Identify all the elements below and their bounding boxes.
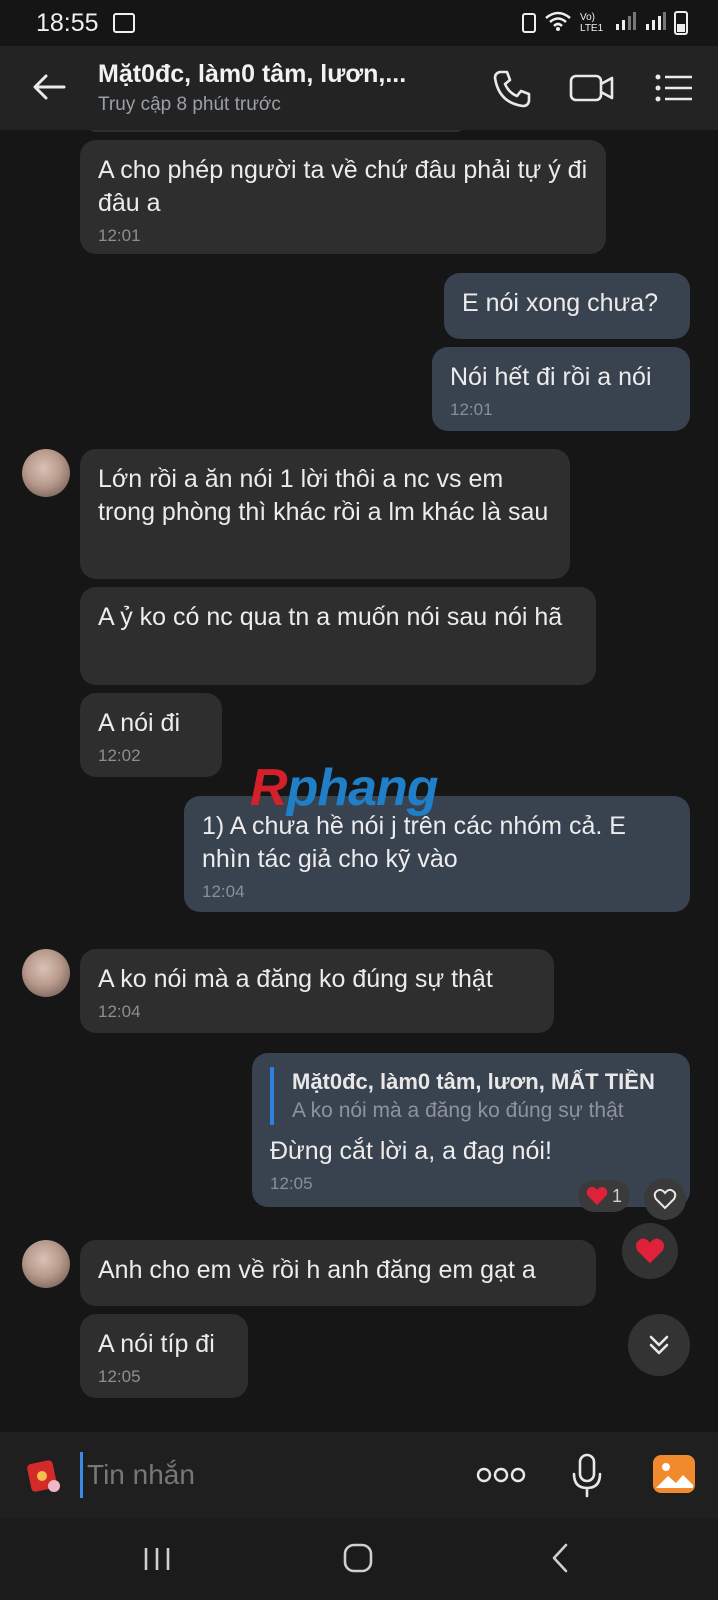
image-gallery-icon bbox=[653, 1455, 695, 1493]
chevron-left-icon bbox=[552, 1543, 568, 1573]
red-envelope-sticker-icon bbox=[27, 1460, 60, 1492]
signal-icon-2 bbox=[644, 10, 666, 37]
last-seen-status: Truy cập 8 phút trước bbox=[98, 94, 281, 115]
message-text: Đừng cắt lời a, a đag nói! bbox=[270, 1137, 552, 1165]
contact-avatar[interactable] bbox=[22, 449, 70, 497]
recent-apps-icon bbox=[144, 1548, 170, 1570]
message-text: Anh cho em về rồi h anh đăng em gạt a bbox=[98, 1256, 536, 1284]
contact-avatar[interactable] bbox=[22, 949, 70, 997]
heart-icon bbox=[586, 1186, 608, 1205]
message-text: A ko nói mà a đăng ko đúng sự thật bbox=[98, 965, 493, 993]
voice-message-button[interactable] bbox=[570, 1452, 604, 1498]
message-bubble[interactable]: Anh cho em về rồi h anh đăng em gạt a bbox=[80, 1240, 596, 1306]
more-options-button[interactable] bbox=[476, 1462, 526, 1488]
watermark-logo: Rphang bbox=[250, 758, 439, 818]
home-button[interactable] bbox=[340, 1540, 376, 1576]
more-dots-icon bbox=[476, 1467, 526, 1483]
sticker-button[interactable] bbox=[24, 1456, 62, 1494]
quoted-text: A ko nói mà a đăng ko đúng sự thật bbox=[292, 1099, 624, 1122]
gallery-notification-icon bbox=[113, 13, 135, 33]
message-bubble[interactable]: Lớn rồi a ăn nói 1 lời thôi a nc vs em t… bbox=[80, 449, 570, 579]
message-time: 12:01 bbox=[450, 400, 493, 419]
message-time: 12:05 bbox=[98, 1367, 141, 1386]
message-time: 12:02 bbox=[98, 746, 141, 765]
message-time: 12:04 bbox=[202, 882, 245, 901]
contact-avatar[interactable] bbox=[22, 1240, 70, 1288]
quoted-message[interactable]: Mặt0đc, làm0 tâm, lươn, MẤT TIỀN A ko nó… bbox=[270, 1067, 672, 1125]
home-icon bbox=[343, 1543, 373, 1573]
reaction-count: 1 bbox=[612, 1185, 623, 1206]
react-button[interactable] bbox=[644, 1178, 686, 1220]
message-bubble[interactable]: A cho phép người ta về chứ đâu phải tự ý… bbox=[80, 140, 606, 254]
message-text: Lớn rồi a ăn nói 1 lời thôi a nc vs em t… bbox=[98, 465, 549, 526]
list-menu-icon bbox=[655, 74, 692, 102]
volte-label: Vo) LTE1 bbox=[580, 12, 604, 34]
video-camera-icon bbox=[569, 74, 614, 102]
quick-heart-button[interactable] bbox=[622, 1223, 678, 1279]
system-back-button[interactable] bbox=[544, 1540, 578, 1576]
status-time: 18:55 bbox=[36, 9, 99, 37]
watermark-first-letter: R bbox=[250, 759, 288, 817]
message-bubble[interactable]: A nói típ đi 12:05 bbox=[80, 1314, 248, 1398]
message-text: 1) A chưa hề nói j trên các nhóm cả. E n… bbox=[202, 812, 626, 873]
microphone-icon bbox=[572, 1453, 602, 1498]
phone-icon bbox=[493, 70, 531, 108]
clipped-message-edge bbox=[86, 130, 466, 132]
back-button[interactable] bbox=[28, 66, 70, 108]
chat-header: Mặt0đc, làm0 tâm, lươn,... Truy cập 8 ph… bbox=[0, 46, 718, 130]
message-text: A nói đi bbox=[98, 709, 181, 737]
message-text: A nói típ đi bbox=[98, 1330, 215, 1358]
voice-call-button[interactable] bbox=[490, 66, 534, 110]
message-time: 12:04 bbox=[98, 1002, 141, 1021]
message-composer: Tin nhắn bbox=[0, 1432, 718, 1518]
message-bubble[interactable]: Nói hết đi rồi a nói 12:01 bbox=[432, 347, 690, 431]
quoted-sender-name: Mặt0đc, làm0 tâm, lươn, MẤT TIỀN bbox=[292, 1069, 655, 1094]
watermark-rest: phang bbox=[286, 759, 439, 817]
double-chevron-down-icon bbox=[649, 1335, 669, 1355]
scroll-to-bottom-button[interactable] bbox=[628, 1314, 690, 1376]
message-bubble[interactable]: E nói xong chưa? bbox=[444, 273, 690, 339]
message-bubble[interactable]: A ko nói mà a đăng ko đúng sự thật 12:04 bbox=[80, 949, 554, 1033]
message-text: A ỷ ko có nc qua tn a muốn nói sau nói h… bbox=[98, 603, 563, 631]
message-bubble[interactable]: A nói đi 12:02 bbox=[80, 693, 222, 777]
video-call-button[interactable] bbox=[568, 66, 616, 110]
message-bubble[interactable]: A ỷ ko có nc qua tn a muốn nói sau nói h… bbox=[80, 587, 596, 685]
message-time: 12:01 bbox=[98, 226, 141, 245]
battery-saver-icon bbox=[522, 13, 536, 33]
system-navigation-bar bbox=[0, 1518, 718, 1600]
signal-icon-1 bbox=[614, 10, 636, 37]
status-bar: 18:55 Vo) LTE1 bbox=[0, 0, 718, 46]
message-text: E nói xong chưa? bbox=[462, 289, 659, 317]
arrow-left-icon bbox=[33, 74, 66, 100]
message-input[interactable]: Tin nhắn bbox=[80, 1452, 440, 1498]
status-icons: Vo) LTE1 bbox=[522, 10, 688, 36]
conversation-title[interactable]: Mặt0đc, làm0 tâm, lươn,... bbox=[98, 60, 406, 89]
reaction-summary[interactable]: 1 bbox=[578, 1180, 631, 1212]
heart-icon bbox=[635, 1238, 665, 1264]
heart-outline-icon bbox=[653, 1188, 677, 1210]
battery-icon bbox=[674, 11, 688, 35]
conversation-menu-button[interactable] bbox=[652, 66, 696, 110]
message-text: A cho phép người ta về chứ đâu phải tự ý… bbox=[98, 156, 588, 217]
wifi-icon bbox=[544, 10, 572, 37]
gallery-button[interactable] bbox=[652, 1454, 696, 1494]
message-text: Nói hết đi rồi a nói bbox=[450, 363, 652, 391]
recent-apps-button[interactable] bbox=[140, 1542, 174, 1576]
